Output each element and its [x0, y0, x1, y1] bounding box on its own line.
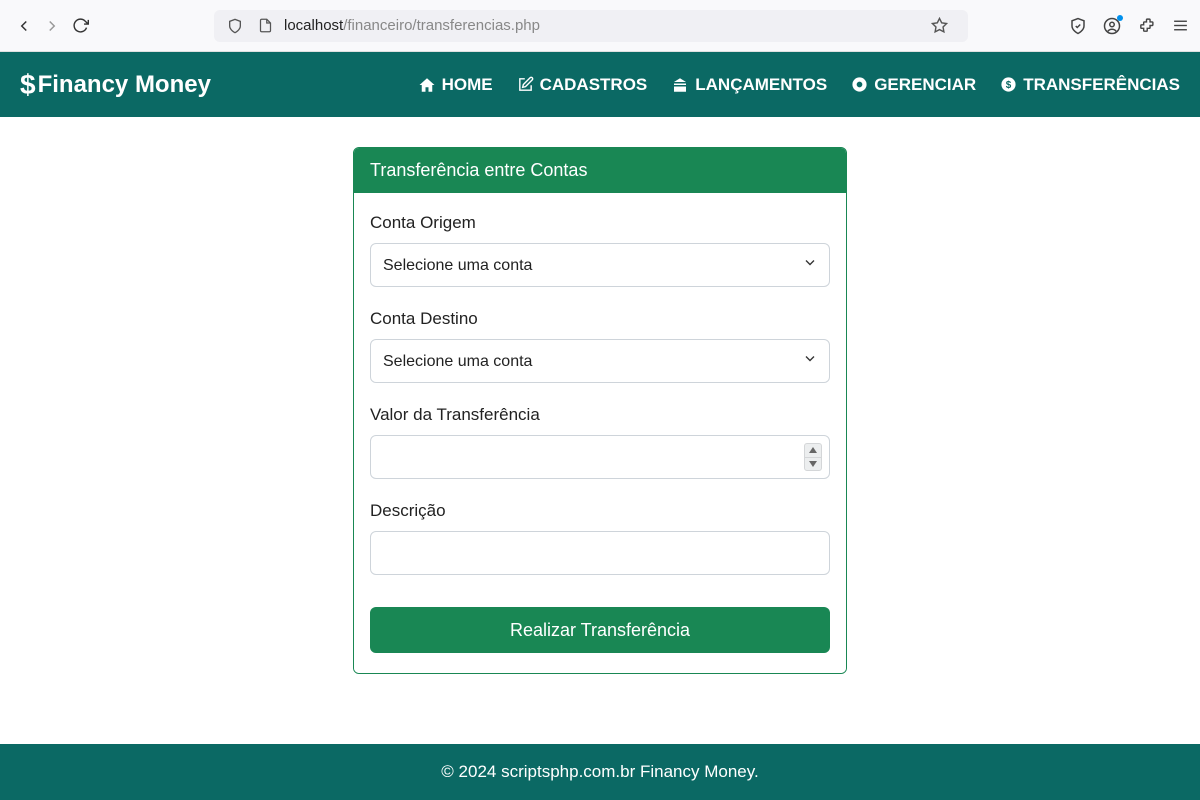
url-text: localhost/financeiro/transferencias.php — [284, 17, 540, 34]
main-content: Transferência entre Contas Conta Origem … — [0, 117, 1200, 744]
nav-home[interactable]: HOME — [418, 75, 493, 95]
label-descricao: Descrição — [370, 501, 830, 521]
dollar-icon: $ — [20, 69, 36, 101]
card-body: Conta Origem Selecione uma conta Conta D… — [354, 193, 846, 673]
input-descricao[interactable] — [370, 531, 830, 575]
nav-lancamentos[interactable]: LANÇAMENTOS — [671, 75, 827, 95]
footer: © 2024 scriptsphp.com.br Financy Money. — [0, 744, 1200, 800]
menu-icon[interactable] — [1170, 16, 1190, 36]
address-bar[interactable]: localhost/financeiro/transferencias.php — [214, 10, 968, 42]
spinner-down[interactable] — [805, 458, 821, 471]
spinner-up[interactable] — [805, 444, 821, 458]
number-spinner — [804, 443, 822, 471]
field-valor: Valor da Transferência — [370, 405, 830, 479]
shield-badge-icon[interactable] — [1068, 16, 1088, 36]
nav-transferencias[interactable]: $ TRANSFERÊNCIAS — [1000, 75, 1180, 95]
field-origem: Conta Origem Selecione uma conta — [370, 213, 830, 287]
nav-cadastros[interactable]: CADASTROS — [517, 75, 648, 95]
field-descricao: Descrição — [370, 501, 830, 575]
label-destino: Conta Destino — [370, 309, 830, 329]
brand-logo[interactable]: $Financy Money — [20, 69, 211, 101]
nav-menu: HOME CADASTROS LANÇAMENTOS GERENCIAR $ T… — [418, 75, 1180, 95]
transfer-card: Transferência entre Contas Conta Origem … — [353, 147, 847, 674]
label-origem: Conta Origem — [370, 213, 830, 233]
extensions-icon[interactable] — [1136, 16, 1156, 36]
account-icon[interactable] — [1102, 16, 1122, 36]
reload-button[interactable] — [66, 12, 94, 40]
card-title: Transferência entre Contas — [354, 148, 846, 193]
browser-toolbar: localhost/financeiro/transferencias.php — [0, 0, 1200, 52]
svg-text:$: $ — [1006, 80, 1012, 91]
select-origem[interactable]: Selecione uma conta — [370, 243, 830, 287]
submit-button[interactable]: Realizar Transferência — [370, 607, 830, 653]
browser-right-icons — [1068, 16, 1190, 36]
forward-button[interactable] — [38, 12, 66, 40]
back-button[interactable] — [10, 12, 38, 40]
label-valor: Valor da Transferência — [370, 405, 830, 425]
input-valor[interactable] — [370, 435, 830, 479]
bookmark-star-icon[interactable] — [928, 15, 950, 37]
shield-icon — [224, 15, 246, 37]
select-destino[interactable]: Selecione uma conta — [370, 339, 830, 383]
app-navbar: $Financy Money HOME CADASTROS LANÇAMENTO… — [0, 52, 1200, 117]
field-destino: Conta Destino Selecione uma conta — [370, 309, 830, 383]
nav-gerenciar[interactable]: GERENCIAR — [851, 75, 976, 95]
page-icon — [254, 15, 276, 37]
